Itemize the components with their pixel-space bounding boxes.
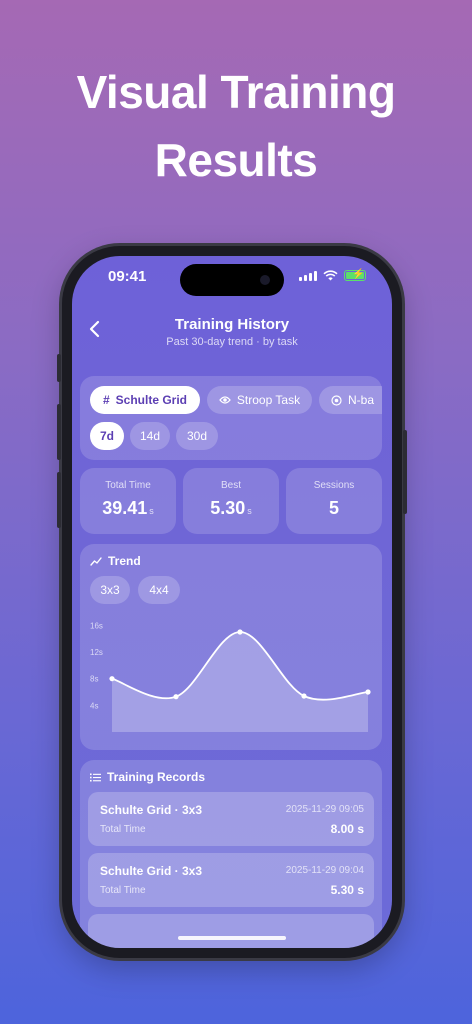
y-tick-label: 8s <box>90 675 98 684</box>
headline-line-1: Visual Training <box>76 66 396 118</box>
y-tick-label: 4s <box>90 701 98 710</box>
headline-line-2: Results <box>154 134 318 186</box>
records-card: Training Records Schulte Grid · 3x3 2025… <box>80 760 382 948</box>
stat-value: 5 <box>328 498 339 518</box>
home-indicator <box>178 936 286 940</box>
headline: Visual Training Results <box>0 58 472 194</box>
volume-down-button <box>57 472 61 528</box>
range-7d[interactable]: 7d <box>90 422 124 450</box>
record-date: 2025-11-29 09:04 <box>285 865 364 876</box>
task-tab-stroop-task[interactable]: Stroop Task <box>207 386 312 414</box>
stat-value: 39.41 s <box>102 498 154 518</box>
filter-card: # Schulte Grid Stroop Task N-ba 7d 14d 3… <box>80 376 382 460</box>
record-date: 2025-11-29 09:05 <box>285 804 364 815</box>
power-button <box>403 430 407 514</box>
trend-point[interactable] <box>237 629 243 635</box>
stat-best: Best 5.30 s <box>183 468 279 534</box>
task-tab-schulte-grid[interactable]: # Schulte Grid <box>90 386 200 414</box>
record-label: Total Time <box>100 824 146 835</box>
record-title: Schulte Grid · 3x3 <box>100 864 203 878</box>
dynamic-island <box>180 264 284 296</box>
stat-label: Sessions <box>313 480 355 491</box>
trend-point[interactable] <box>173 694 179 700</box>
trend-area <box>112 631 368 732</box>
record-label: Total Time <box>100 885 146 896</box>
task-tab-label: Stroop Task <box>236 393 301 407</box>
trend-title: Trend <box>90 554 141 568</box>
volume-up-button <box>57 404 61 460</box>
record-item-partial[interactable] <box>88 914 374 948</box>
y-tick-label: 16s <box>90 621 103 630</box>
y-tick-label: 12s <box>90 648 103 657</box>
trend-chart: 16s 12s 8s 4s <box>90 621 371 732</box>
trend-point[interactable] <box>301 693 307 699</box>
size-3x3[interactable]: 3x3 <box>90 576 130 604</box>
size-4x4[interactable]: 4x4 <box>138 576 180 604</box>
battery-icon: ⚡ <box>344 269 366 281</box>
range-14d[interactable]: 14d <box>130 422 170 450</box>
task-tab-label: Schulte Grid <box>115 393 188 407</box>
hash-icon: # <box>102 393 110 407</box>
records-title: Training Records <box>90 770 205 784</box>
page-subtitle: Past 30-day trend · by task <box>166 336 298 348</box>
trend-point[interactable] <box>109 676 115 682</box>
target-icon <box>331 394 342 406</box>
list-icon <box>90 773 101 781</box>
trend-point[interactable] <box>365 689 371 695</box>
record-title: Schulte Grid · 3x3 <box>100 803 203 817</box>
stat-sessions: Sessions 5 <box>286 468 382 534</box>
record-value: 5.30 s <box>330 883 364 897</box>
record-value: 8.00 s <box>330 822 364 836</box>
cellular-signal-icon <box>299 270 317 281</box>
app-screen: 09:41 ⚡ Training History Past 30-day tre… <box>72 256 392 948</box>
page-title: Training History <box>174 316 290 333</box>
task-tab-label: N-ba <box>348 393 375 407</box>
phone-frame: 09:41 ⚡ Training History Past 30-day tre… <box>57 246 407 958</box>
status-time: 09:41 <box>108 268 147 285</box>
range-30d[interactable]: 30d <box>176 422 218 450</box>
trend-line-icon <box>90 556 102 566</box>
task-tabs: # Schulte Grid Stroop Task N-ba <box>80 376 382 420</box>
record-item[interactable]: Schulte Grid · 3x3 2025-11-29 09:04 Tota… <box>88 853 374 907</box>
action-button <box>57 354 61 382</box>
trend-card: Trend 3x3 4x4 16s 12s 8s 4s <box>80 544 382 750</box>
stat-label: Total Time <box>105 480 151 491</box>
record-item[interactable]: Schulte Grid · 3x3 2025-11-29 09:05 Tota… <box>88 792 374 846</box>
eye-icon <box>219 396 231 404</box>
task-tab-n-back[interactable]: N-ba <box>319 386 382 414</box>
status-icons: ⚡ <box>299 269 366 281</box>
stat-total-time: Total Time 39.41 s <box>80 468 176 534</box>
stat-label: Best <box>220 480 241 491</box>
wifi-icon <box>323 270 338 281</box>
stat-value: 5.30 s <box>210 498 252 518</box>
